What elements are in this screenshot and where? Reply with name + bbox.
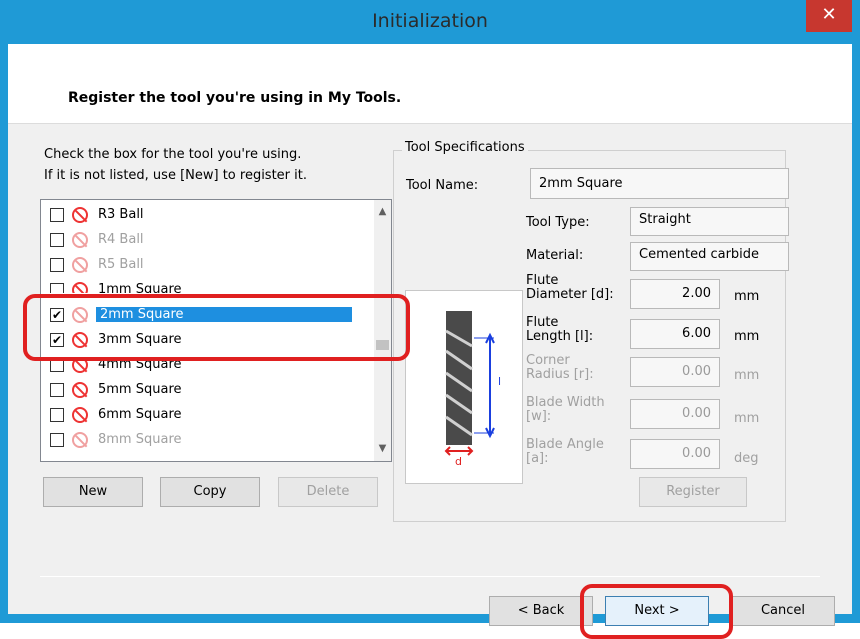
header-instruction: Register the tool you're using in My Too… <box>68 90 402 106</box>
label-line: [a]: <box>526 451 549 466</box>
list-item[interactable]: R5 Ball <box>41 254 359 279</box>
flute-length-field[interactable]: 6.00 <box>630 319 720 349</box>
list-item[interactable]: 6mm Square <box>41 404 359 429</box>
title-bar[interactable]: Initialization ✕ <box>0 0 860 44</box>
blade-width-label: Blade Width [w]: <box>526 396 605 424</box>
tool-checkbox[interactable] <box>50 433 64 447</box>
unit-label: mm <box>734 411 760 426</box>
scroll-down-icon[interactable]: ▼ <box>374 440 391 457</box>
instruction-line-2: If it is not listed, use [New] to regist… <box>44 168 307 183</box>
blade-angle-label: Blade Angle [a]: <box>526 438 604 466</box>
copy-button[interactable]: Copy <box>160 477 260 507</box>
dialog-client-area: Register the tool you're using in My Too… <box>8 44 852 639</box>
flute-length-label: Flute Length [l]: <box>526 316 593 344</box>
tool-checkbox[interactable] <box>50 208 64 222</box>
label-line: Blade Angle <box>526 437 604 452</box>
window-title: Initialization <box>372 10 488 32</box>
label-line: [w]: <box>526 409 552 424</box>
list-item[interactable]: R4 Ball <box>41 229 359 254</box>
cancel-button[interactable]: Cancel <box>731 596 835 626</box>
diagram-l-label: l <box>498 375 501 388</box>
delete-button[interactable]: Delete <box>278 477 378 507</box>
material-label: Material: <box>526 248 584 263</box>
diagram-d-label: d <box>455 455 462 468</box>
label-line: Blade Width <box>526 395 605 410</box>
tool-label: 6mm Square <box>98 407 182 422</box>
separator <box>40 576 820 577</box>
corner-radius-field[interactable]: 0.00 <box>630 357 720 387</box>
header-panel: Register the tool you're using in My Too… <box>8 44 852 124</box>
no-entry-icon <box>72 282 88 293</box>
flute-diameter-label: Flute Diameter [d]: <box>526 274 614 302</box>
blade-angle-field[interactable]: 0.00 <box>630 439 720 469</box>
highlight-next-button <box>580 584 733 639</box>
corner-radius-label: Corner Radius [r]: <box>526 354 594 382</box>
tool-checkbox[interactable] <box>50 258 64 272</box>
tool-checkbox[interactable] <box>50 233 64 247</box>
tool-type-field[interactable]: Straight <box>630 207 789 236</box>
tool-type-label: Tool Type: <box>526 215 590 230</box>
scroll-up-icon[interactable]: ▲ <box>374 203 391 220</box>
tool-label: R3 Ball <box>98 207 144 222</box>
no-entry-icon <box>72 407 88 423</box>
blade-width-field[interactable]: 0.00 <box>630 399 720 429</box>
no-entry-icon <box>72 257 88 273</box>
unit-label: mm <box>734 329 760 344</box>
close-icon: ✕ <box>821 4 837 25</box>
label-line: Radius [r]: <box>526 367 594 382</box>
tool-checkbox[interactable] <box>50 283 64 293</box>
tool-label: 5mm Square <box>98 382 182 397</box>
list-item[interactable]: 1mm Square <box>41 279 359 293</box>
close-button[interactable]: ✕ <box>806 0 852 32</box>
tool-checkbox[interactable] <box>50 408 64 422</box>
tool-checkbox[interactable] <box>50 383 64 397</box>
no-entry-icon <box>72 207 88 223</box>
list-item[interactable]: 5mm Square <box>41 379 359 404</box>
tool-label: 1mm Square <box>98 282 182 293</box>
material-field[interactable]: Cemented carbide <box>630 242 789 271</box>
tool-name-field[interactable]: 2mm Square <box>530 168 789 199</box>
label-line: Flute <box>526 315 559 330</box>
unit-label: mm <box>734 289 760 304</box>
group-title: Tool Specifications <box>402 140 528 155</box>
tool-label: R5 Ball <box>98 257 144 272</box>
unit-label: mm <box>734 368 760 383</box>
label-line: Flute <box>526 273 559 288</box>
instruction-line-1: Check the box for the tool you're using. <box>44 147 302 162</box>
back-button[interactable]: < Back <box>489 596 593 626</box>
highlight-checked-tools <box>23 294 410 361</box>
label-line: Diameter [d]: <box>526 287 614 302</box>
no-entry-icon <box>72 382 88 398</box>
label-line: Length [l]: <box>526 329 594 344</box>
unit-label: deg <box>734 451 759 466</box>
tool-label: 8mm Square <box>98 432 182 447</box>
list-item[interactable]: R3 Ball <box>41 204 359 229</box>
tool-label: R4 Ball <box>98 232 144 247</box>
no-entry-icon <box>72 232 88 248</box>
tool-diagram: l d <box>405 290 523 484</box>
list-item[interactable]: 8mm Square <box>41 429 359 454</box>
register-button[interactable]: Register <box>639 477 747 507</box>
tool-name-label: Tool Name: <box>406 178 479 193</box>
new-button[interactable]: New <box>43 477 143 507</box>
no-entry-icon <box>72 432 88 448</box>
end-mill-illustration: l d <box>444 311 501 468</box>
dialog-window: Initialization ✕ Register the tool you'r… <box>0 0 860 639</box>
flute-diameter-field[interactable]: 2.00 <box>630 279 720 309</box>
label-line: Corner <box>526 353 570 368</box>
